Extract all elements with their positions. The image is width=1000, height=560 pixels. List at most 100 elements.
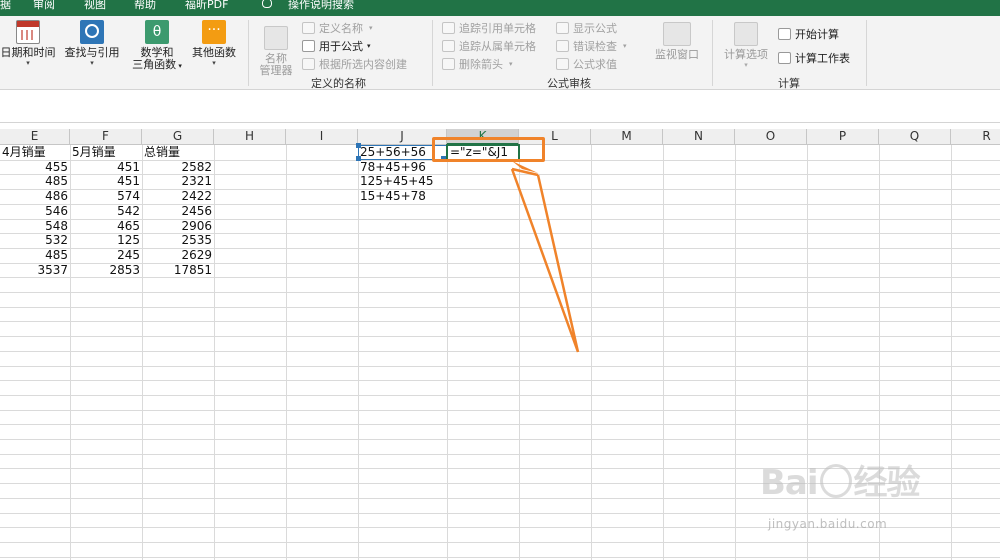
name-manager-label-2: 管理器 <box>259 64 293 77</box>
trace-dependents-button[interactable]: 追踪从属单元格 <box>442 38 536 54</box>
chevron-down-icon: ▾ <box>90 59 94 67</box>
defined-names-group-label: 定义的名称 <box>311 77 366 90</box>
use-in-formula-icon <box>302 40 315 52</box>
tab-data[interactable]: 据 <box>0 0 11 16</box>
expression-cell-j3[interactable]: 125+45+45 <box>358 174 447 188</box>
data-cell[interactable]: 465 <box>70 219 142 233</box>
data-cell[interactable]: 2582 <box>142 160 214 174</box>
formula-auditing-group-label: 公式审核 <box>547 77 591 90</box>
show-formulas-label: 显示公式 <box>573 22 617 35</box>
group-separator <box>248 20 249 86</box>
data-cell[interactable]: 546 <box>0 204 70 218</box>
calculation-group-label: 计算 <box>778 77 800 90</box>
grid-row-line <box>0 424 1000 426</box>
tab-review[interactable]: 审阅 <box>33 0 55 16</box>
data-cell[interactable]: 485 <box>0 248 70 262</box>
column-header[interactable]: P <box>807 129 879 145</box>
tell-me-label: 操作说明搜索 <box>288 0 354 11</box>
column-header[interactable]: M <box>591 129 663 145</box>
grid-column-line <box>519 145 520 560</box>
chevron-down-icon: ▾ <box>509 60 513 68</box>
data-cell[interactable]: 542 <box>70 204 142 218</box>
calendar-icon <box>16 20 40 44</box>
column-header[interactable]: H <box>214 129 286 145</box>
column-header[interactable]: R <box>951 129 1000 145</box>
evaluate-formula-label: 公式求值 <box>573 58 617 71</box>
data-cell[interactable]: 548 <box>0 219 70 233</box>
define-name-button[interactable]: 定义名称 ▾ <box>302 20 373 36</box>
column-header[interactable]: G <box>142 129 214 145</box>
data-cell[interactable]: 451 <box>70 174 142 188</box>
paw-icon <box>819 464 852 498</box>
data-cell[interactable]: 125 <box>70 233 142 247</box>
date-time-label: 日期和时间 <box>0 46 56 59</box>
math-trig-button[interactable]: θ 数学和 三角函数 ▾ <box>126 20 188 72</box>
tab-help[interactable]: 帮助 <box>134 0 156 16</box>
trace-dependents-label: 追踪从属单元格 <box>459 40 536 53</box>
data-cell[interactable]: 2456 <box>142 204 214 218</box>
calculate-sheet-label: 计算工作表 <box>795 52 850 65</box>
calculate-sheet-icon <box>778 52 791 64</box>
trace-precedents-button[interactable]: 追踪引用单元格 <box>442 20 536 36</box>
name-manager-button[interactable]: 名称 管理器 <box>254 26 298 77</box>
ribbon: 日期和时间 ▾ 查找与引用 ▾ θ 数学和 三角函数 ▾ ··· 其他函数 ▾ … <box>0 16 1000 90</box>
data-cell[interactable]: 532 <box>0 233 70 247</box>
remove-arrows-icon <box>442 58 455 70</box>
calculation-options-button[interactable]: 计算选项 ▾ <box>718 22 774 70</box>
tab-view[interactable]: 视图 <box>84 0 106 16</box>
grid-column-line <box>447 145 448 560</box>
lookup-reference-label: 查找与引用 <box>64 46 120 59</box>
use-in-formula-button[interactable]: 用于公式 ▾ <box>302 38 371 54</box>
data-cell[interactable]: 486 <box>0 189 70 203</box>
column-header[interactable]: E <box>0 129 70 145</box>
column-header[interactable]: Q <box>879 129 951 145</box>
calculate-sheet-button[interactable]: 计算工作表 <box>778 50 850 66</box>
remove-arrows-button[interactable]: 删除箭头 ▾ <box>442 56 513 72</box>
calculate-now-button[interactable]: 开始计算 <box>778 26 839 42</box>
column-header[interactable]: N <box>663 129 735 145</box>
create-from-selection-button[interactable]: 根据所选内容创建 <box>302 56 407 72</box>
total-cell[interactable]: 17851 <box>142 263 214 277</box>
chevron-down-icon: ▾ <box>176 62 182 70</box>
data-cell[interactable]: 574 <box>70 189 142 203</box>
column-header[interactable]: F <box>70 129 142 145</box>
data-cell[interactable]: 485 <box>0 174 70 188</box>
trace-precedents-label: 追踪引用单元格 <box>459 22 536 35</box>
tell-me-search[interactable]: 操作说明搜索 <box>262 0 354 16</box>
data-cell[interactable]: 2629 <box>142 248 214 262</box>
chevron-down-icon: ▾ <box>212 59 216 67</box>
data-cell[interactable]: 2321 <box>142 174 214 188</box>
remove-arrows-label: 删除箭头 <box>459 58 503 71</box>
data-cell[interactable]: 455 <box>0 160 70 174</box>
chevron-down-icon: ▾ <box>623 42 627 50</box>
column-header[interactable]: I <box>286 129 358 145</box>
date-time-button[interactable]: 日期和时间 ▾ <box>0 20 60 68</box>
show-formulas-button[interactable]: 显示公式 <box>556 20 617 36</box>
data-cell[interactable]: 245 <box>70 248 142 262</box>
lookup-icon <box>80 20 104 44</box>
watermark-url: jingyan.baidu.com <box>768 517 888 531</box>
data-cell[interactable]: 2422 <box>142 189 214 203</box>
column-header[interactable]: O <box>735 129 807 145</box>
watch-window-button[interactable]: 监视窗口 <box>648 22 706 61</box>
expression-cell-j4[interactable]: 15+45+78 <box>358 189 447 203</box>
data-cell[interactable]: 451 <box>70 160 142 174</box>
trace-precedents-icon <box>442 22 455 34</box>
baidu-watermark: Bai 经验 jingyan.baidu.com <box>760 455 990 535</box>
grid-row-line <box>0 336 1000 338</box>
total-cell[interactable]: 3537 <box>0 263 70 277</box>
data-cell[interactable]: 2906 <box>142 219 214 233</box>
error-checking-icon <box>556 40 569 52</box>
math-trig-label-2: 三角函数 <box>132 58 177 71</box>
header-cell-f1[interactable]: 5月销量 <box>70 145 142 159</box>
tab-foxit-pdf[interactable]: 福昕PDF <box>185 0 228 16</box>
data-cell[interactable]: 2535 <box>142 233 214 247</box>
more-functions-button[interactable]: ··· 其他函数 ▾ <box>186 20 242 68</box>
header-cell-g1[interactable]: 总销量 <box>142 145 214 159</box>
watch-window-icon <box>663 22 691 46</box>
error-checking-button[interactable]: 错误检查 ▾ <box>556 38 627 54</box>
total-cell[interactable]: 2853 <box>70 263 142 277</box>
evaluate-formula-button[interactable]: 公式求值 <box>556 56 617 72</box>
lookup-reference-button[interactable]: 查找与引用 ▾ <box>60 20 124 68</box>
header-cell-e1[interactable]: 4月销量 <box>0 145 70 159</box>
